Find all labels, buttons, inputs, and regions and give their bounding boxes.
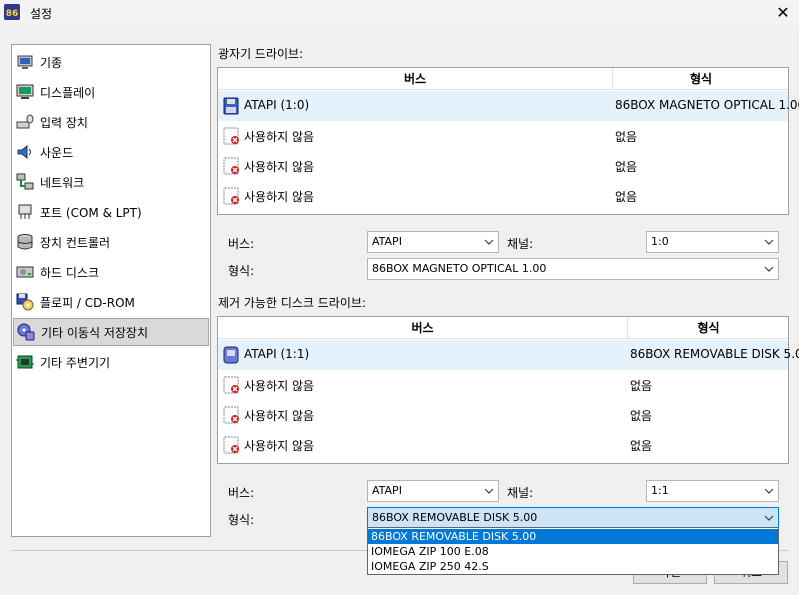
mo-bus-select[interactable]: ATAPI	[367, 231, 499, 253]
sidebar-item-input-devices[interactable]: 입력 장치	[13, 108, 209, 136]
mo-type-label: 형식:	[228, 264, 255, 278]
rdisk-row-bus: 사용하지 않음	[244, 379, 315, 393]
rdisk-type-value: 86BOX REMOVABLE DISK 5.00	[372, 511, 538, 524]
rdisk-type-select[interactable]: 86BOX REMOVABLE DISK 5.00	[367, 507, 779, 529]
rdisk-col-bus[interactable]: 버스	[218, 317, 627, 339]
rdisk-row-1[interactable]: 사용하지 않음 없음	[218, 370, 788, 400]
mo-drive-disabled-icon	[223, 127, 239, 145]
chevron-down-icon	[484, 488, 494, 494]
mo-type-select[interactable]: 86BOX MAGNETO OPTICAL 1.00	[367, 258, 779, 280]
chevron-down-icon	[764, 239, 774, 245]
title-bar: 86 설정 ✕	[0, 0, 799, 26]
sidebar-item-hard-disks[interactable]: 하드 디스크	[13, 258, 209, 286]
rdisk-row-bus: 사용하지 않음	[244, 409, 315, 423]
dropdown-option[interactable]: IOMEGA ZIP 100 E.08	[368, 544, 778, 559]
mo-channel-select[interactable]: 1:0	[646, 231, 779, 253]
sidebar-item-other-removable[interactable]: 기타 이동식 저장장치	[13, 318, 209, 346]
rdisk-channel-label: 채널:	[507, 486, 534, 500]
mo-row-0[interactable]: ATAPI (1:0) 86BOX MAGNETO OPTICAL 1.00	[218, 91, 799, 121]
rdisk-row-bus: ATAPI (1:1)	[244, 347, 310, 361]
other-peripherals-icon	[16, 355, 34, 369]
rdisk-row-type: 없음	[630, 439, 653, 453]
chevron-down-icon	[484, 239, 494, 245]
dropdown-option[interactable]: 86BOX REMOVABLE DISK 5.00	[368, 529, 778, 544]
sidebar-item-network[interactable]: 네트워크	[13, 168, 209, 196]
mo-row-bus: 사용하지 않음	[244, 190, 315, 204]
sidebar-item-display[interactable]: 디스플레이	[13, 78, 209, 106]
mo-drive-icon	[223, 97, 239, 115]
rdisk-row-3[interactable]: 사용하지 않음 없음	[218, 430, 788, 460]
mo-row-type: 없음	[615, 130, 638, 144]
mo-row-type: 없음	[615, 190, 638, 204]
machine-icon	[17, 55, 33, 69]
mo-type-value: 86BOX MAGNETO OPTICAL 1.00	[372, 262, 547, 275]
sound-icon	[17, 144, 31, 160]
close-button[interactable]: ✕	[773, 3, 793, 23]
mo-row-type: 86BOX MAGNETO OPTICAL 1.00	[615, 98, 799, 112]
removable-disk-drives-label: 제거 가능한 디스크 드라이브:	[218, 296, 366, 310]
chevron-down-icon	[764, 266, 774, 272]
rdisk-row-type: 없음	[630, 379, 653, 393]
mo-channel-label: 채널:	[507, 237, 534, 251]
rdisk-row-type: 없음	[630, 409, 653, 423]
mo-row-1[interactable]: 사용하지 않음 없음	[218, 121, 788, 151]
rdisk-row-type: 86BOX REMOVABLE DISK 5.00	[630, 347, 799, 361]
rdisk-type-dropdown-list[interactable]: 86BOX REMOVABLE DISK 5.00 IOMEGA ZIP 100…	[367, 527, 779, 575]
sidebar-item-machine[interactable]: 기종	[13, 48, 209, 76]
mo-col-bus[interactable]: 버스	[218, 68, 612, 90]
dropdown-option[interactable]: IOMEGA ZIP 250 42.S	[368, 559, 778, 574]
mo-col-type[interactable]: 형식	[613, 68, 789, 90]
rdisk-type-label: 형식:	[228, 513, 255, 527]
floppy-cdrom-icon	[16, 293, 34, 311]
removable-disk-icon	[223, 346, 239, 364]
svg-text:86: 86	[6, 9, 19, 19]
rdisk-row-0[interactable]: ATAPI (1:1) 86BOX REMOVABLE DISK 5.00	[218, 340, 799, 370]
mo-row-bus: 사용하지 않음	[244, 160, 315, 174]
display-icon	[16, 84, 34, 99]
rdisk-table-header: 버스 형식	[218, 317, 788, 339]
removable-disk-disabled-icon	[223, 436, 239, 454]
mo-row-3[interactable]: 사용하지 않음 없음	[218, 181, 788, 211]
sidebar-item-floppy-cdrom[interactable]: 플로피 / CD-ROM	[13, 288, 209, 316]
mo-row-bus: ATAPI (1:0)	[244, 98, 310, 112]
removable-disk-table[interactable]: 버스 형식 ATAPI (1:1) 86BOX REMOVABLE DISK 5…	[217, 316, 799, 464]
rdisk-bus-select[interactable]: ATAPI	[367, 480, 499, 502]
network-icon	[16, 173, 34, 190]
storage-controller-icon	[17, 234, 33, 250]
window-title: 설정	[30, 7, 53, 21]
mo-drive-disabled-icon	[223, 157, 239, 175]
sidebar-item-ports[interactable]: 포트 (COM & LPT)	[13, 198, 209, 226]
input-device-icon	[16, 114, 34, 129]
sidebar-item-sound[interactable]: 사운드	[13, 138, 209, 166]
mo-row-2[interactable]: 사용하지 않음 없음	[218, 151, 788, 181]
rdisk-row-bus: 사용하지 않음	[244, 439, 315, 453]
removable-disk-disabled-icon	[223, 406, 239, 424]
ports-icon	[18, 204, 32, 219]
rdisk-bus-label: 버스:	[228, 486, 255, 500]
sidebar-item-other-peripherals[interactable]: 기타 주변기기	[13, 348, 209, 376]
rdisk-row-2[interactable]: 사용하지 않음 없음	[218, 400, 788, 430]
chevron-down-icon	[764, 488, 774, 494]
mo-drives-table[interactable]: 버스 형식 ATAPI (1:0) 86BOX MAGNETO OPTICAL …	[217, 67, 799, 215]
mo-drive-disabled-icon	[223, 187, 239, 205]
rdisk-bus-value: ATAPI	[372, 484, 402, 497]
settings-category-list[interactable]: 기종 디스플레이 입력 장치 사운드 네트워크 포트 (COM & LPT) 장…	[11, 44, 211, 537]
mo-row-bus: 사용하지 않음	[244, 130, 315, 144]
chevron-down-icon	[764, 515, 774, 521]
rdisk-col-type[interactable]: 형식	[628, 317, 789, 339]
app-86box-icon: 86	[4, 4, 20, 20]
hard-disk-icon	[16, 266, 34, 278]
mo-bus-label: 버스:	[228, 237, 255, 251]
mo-row-type: 없음	[615, 160, 638, 174]
removable-disk-disabled-icon	[223, 376, 239, 394]
mo-drives-label: 광자기 드라이브:	[218, 47, 304, 61]
rdisk-channel-value: 1:1	[651, 484, 669, 497]
close-icon: ✕	[776, 3, 790, 22]
mo-channel-value: 1:0	[651, 235, 669, 248]
mo-bus-value: ATAPI	[372, 235, 402, 248]
rdisk-channel-select[interactable]: 1:1	[646, 480, 779, 502]
sidebar-item-storage-controllers[interactable]: 장치 컨트롤러	[13, 228, 209, 256]
removable-storage-icon	[17, 323, 35, 341]
mo-table-header: 버스 형식	[218, 68, 788, 90]
